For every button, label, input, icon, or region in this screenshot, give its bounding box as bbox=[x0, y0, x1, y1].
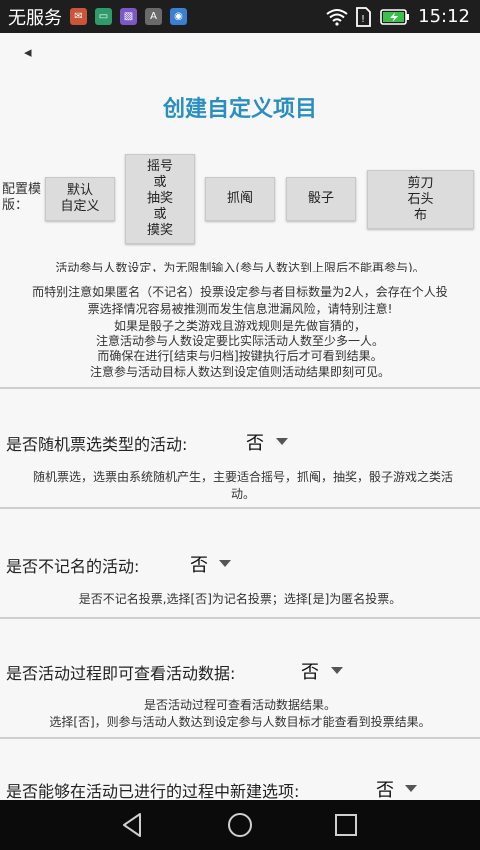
page-title: 创建自定义项目 bbox=[162, 97, 317, 122]
wifi-icon bbox=[326, 8, 348, 26]
home-nav-icon[interactable] bbox=[225, 810, 255, 840]
status-icons: ! 15:12 bbox=[326, 0, 470, 33]
template-lottery-button[interactable]: 摇号 或 抽奖 或 摸奖 bbox=[125, 154, 195, 244]
notice-line: 活动参与人数设定，为无限制输入(参与人数达到上限后不能再参与)。 bbox=[55, 262, 425, 272]
notice-line: 票选择情况容易被推测而发生信息泄漏风险，请特别注意! bbox=[87, 302, 393, 316]
back-button[interactable]: ◂ bbox=[24, 43, 32, 61]
template-rock-paper-scissors-button[interactable]: 剪刀 石头 布 bbox=[367, 170, 474, 229]
battery-charging-icon bbox=[380, 8, 410, 25]
random-vote-label: 是否随机票选类型的活动: bbox=[6, 435, 188, 454]
description-line: 动。 bbox=[230, 487, 255, 501]
gallery-app-icon: ▧ bbox=[120, 8, 137, 25]
notice-line: 而确保在进行[结束与归档]按键执行后才可看到结果。 bbox=[97, 349, 383, 363]
description-line: 是否活动过程可查看活动数据结果。 bbox=[143, 698, 336, 712]
new-option-select[interactable]: 否 bbox=[376, 776, 394, 800]
status-bar: 无服务 ✉ ▭ ▧ A ◉ ! 15:12 bbox=[0, 0, 480, 33]
random-vote-description: 随机票选，选票由系统随机产生，主要适合摇号，抓阄，抽奖，骰子游戏之类活 动。 bbox=[8, 469, 478, 503]
view-data-select[interactable]: 否 bbox=[301, 658, 319, 684]
font-app-icon: A bbox=[145, 8, 162, 25]
view-data-dropdown-icon[interactable] bbox=[331, 667, 343, 674]
notice-line: 而特别注意如果匿名（不记名）投票设定参与者目标数量为2人，会存在个人投 bbox=[32, 285, 448, 299]
anonymous-vote-description: 是否不记名投票,选择[否]为记名投票；选择[是]为匿名投票。 bbox=[0, 591, 480, 608]
view-data-label: 是否活动过程即可查看活动数据: bbox=[6, 664, 236, 683]
random-vote-dropdown-icon[interactable] bbox=[276, 438, 288, 445]
chat-app-icon: ▭ bbox=[95, 8, 112, 25]
browser-app-icon: ◉ bbox=[170, 8, 187, 25]
divider bbox=[0, 387, 480, 389]
screen: 无服务 ✉ ▭ ▧ A ◉ ! 15:12 ◂ 创建自定义项目 配置模版： 默认… bbox=[0, 0, 480, 850]
template-label: 配置模版： bbox=[2, 182, 42, 213]
description-line: 是否不记名投票,选择[否]为记名投票；选择[是]为匿名投票。 bbox=[78, 592, 402, 606]
anonymous-vote-label: 是否不记名的活动: bbox=[6, 557, 140, 576]
divider bbox=[0, 737, 480, 739]
back-nav-icon[interactable] bbox=[118, 810, 148, 840]
no-sim-icon: ! bbox=[356, 6, 372, 27]
description-line: 选择[否]，则参与活动人数达到设定参与人数目标才能查看到投票结果。 bbox=[49, 715, 431, 729]
notice-line: 注意活动参与人数设定要比实际活动人数至少多一人。 bbox=[95, 334, 384, 348]
anonymous-vote-dropdown-icon[interactable] bbox=[219, 560, 231, 567]
svg-text:!: ! bbox=[361, 14, 365, 25]
notice-line: 注意参与活动目标人数达到设定值则活动结果即刻可见。 bbox=[89, 365, 390, 379]
message-app-icon: ✉ bbox=[70, 8, 87, 25]
divider bbox=[0, 507, 480, 509]
notice-line: 如果是骰子之类游戏且游戏规则是先做盲猜的， bbox=[113, 319, 366, 333]
new-option-label: 是否能够在活动已进行的过程中新建选项: bbox=[6, 782, 300, 800]
navigation-bar bbox=[0, 800, 480, 850]
template-dice-button[interactable]: 骰子 bbox=[286, 177, 356, 221]
template-draw-lots-button[interactable]: 抓阄 bbox=[205, 177, 275, 221]
random-vote-select[interactable]: 否 bbox=[246, 429, 264, 455]
template-default-button[interactable]: 默认 自定义 bbox=[45, 177, 115, 221]
content-area[interactable]: ◂ 创建自定义项目 配置模版： 默认 自定义 摇号 或 抽奖 或 摸奖 抓阄 骰… bbox=[0, 33, 480, 800]
clock-text: 15:12 bbox=[418, 6, 470, 27]
new-option-dropdown-icon[interactable] bbox=[405, 785, 417, 792]
anonymous-vote-select[interactable]: 否 bbox=[190, 551, 208, 577]
recents-nav-icon[interactable] bbox=[331, 810, 361, 840]
description-line: 随机票选，选票由系统随机产生，主要适合摇号，抓阄，抽奖，骰子游戏之类活 bbox=[32, 470, 453, 484]
view-data-description: 是否活动过程可查看活动数据结果。 选择[否]，则参与活动人数达到设定参与人数目标… bbox=[0, 697, 480, 731]
carrier-text: 无服务 bbox=[8, 7, 62, 29]
divider bbox=[0, 617, 480, 619]
